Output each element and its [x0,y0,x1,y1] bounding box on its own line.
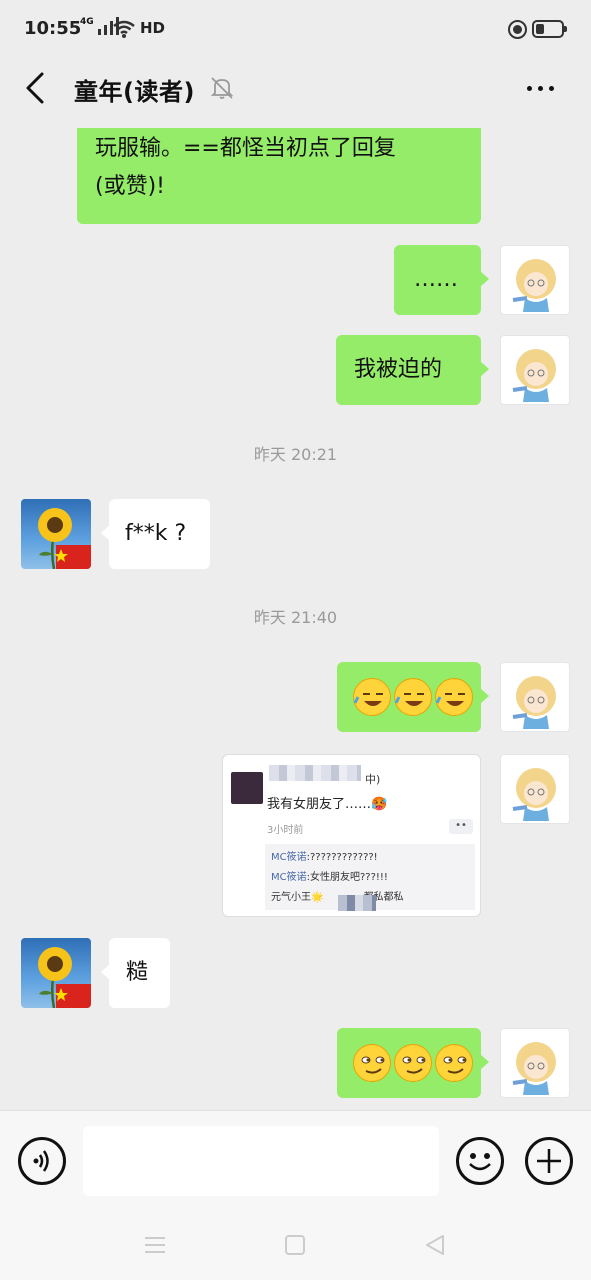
face-with-tears-icon [394,678,432,716]
voice-icon [33,1150,49,1172]
blurred-name [269,765,361,781]
home-icon[interactable] [282,1232,308,1258]
friend-avatar[interactable] [21,938,91,1008]
network-label: 4G [80,17,94,27]
plus-icon [537,1149,561,1173]
friend-avatar[interactable] [21,499,91,569]
comment-row: MC筱诺:????????????! [271,848,469,868]
more-options-button[interactable] [518,73,562,103]
my-avatar[interactable] [500,662,570,732]
dnd-icon [508,20,527,39]
smiley-icon [469,1153,491,1171]
smirk-face-icon [394,1044,432,1082]
card-username: 中) [365,773,381,786]
message-text: 糙 [126,960,149,985]
card-thumbnail [231,772,263,804]
battery-icon [532,20,567,38]
status-time: 10:55 [24,18,82,39]
smirk-face-icon [435,1044,473,1082]
smirk-face-icon [353,1044,391,1082]
status-bar: 10:55 4G HD [0,0,591,58]
message-bubble[interactable]: 我被迫的 [336,335,489,405]
wifi-icon [113,20,135,38]
message-bubble[interactable] [337,1028,489,1098]
message-text: f**k ? [125,521,187,546]
face-with-tears-icon [435,678,473,716]
input-bar [0,1110,591,1210]
message-input[interactable] [83,1126,439,1196]
system-navigation-bar [0,1210,591,1280]
message-bubble[interactable]: f**k ? [101,499,210,569]
message-bubble[interactable]: 玩服输。==都怪当初点了回复 (或赞)! [77,128,481,224]
my-avatar[interactable] [500,245,570,315]
hd-badge: HD [140,19,166,37]
timestamp: 昨天 20:21 [253,445,338,464]
blurred-name [338,895,376,911]
card-post-text: 我有女朋友了……🥵 [267,797,388,812]
my-avatar[interactable] [500,1028,570,1098]
menu-icon[interactable] [142,1232,168,1258]
comment-row: MC筱诺:女性朋友吧???!!! [271,868,469,888]
face-with-tears-icon [353,678,391,716]
comment-text: :????????????! [306,852,378,863]
message-text: 我被迫的 [354,357,443,382]
card-more-icon: •• [449,819,473,834]
comment-text: :女性朋友吧???!!! [306,872,388,883]
chat-title: 童年(读者) [74,78,195,106]
my-avatar[interactable] [500,754,570,824]
message-text: 玩服输。==都怪当初点了回复 (或赞)! [95,136,396,199]
voice-input-button[interactable] [18,1137,66,1185]
back-nav-icon[interactable] [422,1232,448,1258]
message-bubble[interactable]: …… [394,245,489,315]
message-bubble[interactable]: 糙 [101,938,170,1008]
message-bubble[interactable] [337,662,489,732]
timestamp: 昨天 21:40 [253,608,338,627]
comment-name: MC筱诺 [271,852,307,863]
chat-header: 童年(读者) [0,58,591,118]
emoji-row [337,1028,481,1098]
message-text: …… [414,267,458,292]
emoji-row [337,662,481,732]
back-icon[interactable] [22,70,52,106]
emoji-button[interactable] [456,1137,504,1185]
more-functions-button[interactable] [525,1137,573,1185]
screenshot-card[interactable]: 中) 我有女朋友了……🥵 3小时前 •• MC筱诺:????????????! … [222,754,481,917]
comment-name: MC筱诺 [271,872,307,883]
comment-name: 元气小王🌟 [271,892,324,903]
card-time: 3小时前 [267,825,304,836]
mute-bell-icon [210,77,234,99]
chat-area[interactable]: 玩服输。==都怪当初点了回复 (或赞)! …… 我被迫的 昨天 20:21 f*… [0,128,591,1110]
my-avatar[interactable] [500,335,570,405]
